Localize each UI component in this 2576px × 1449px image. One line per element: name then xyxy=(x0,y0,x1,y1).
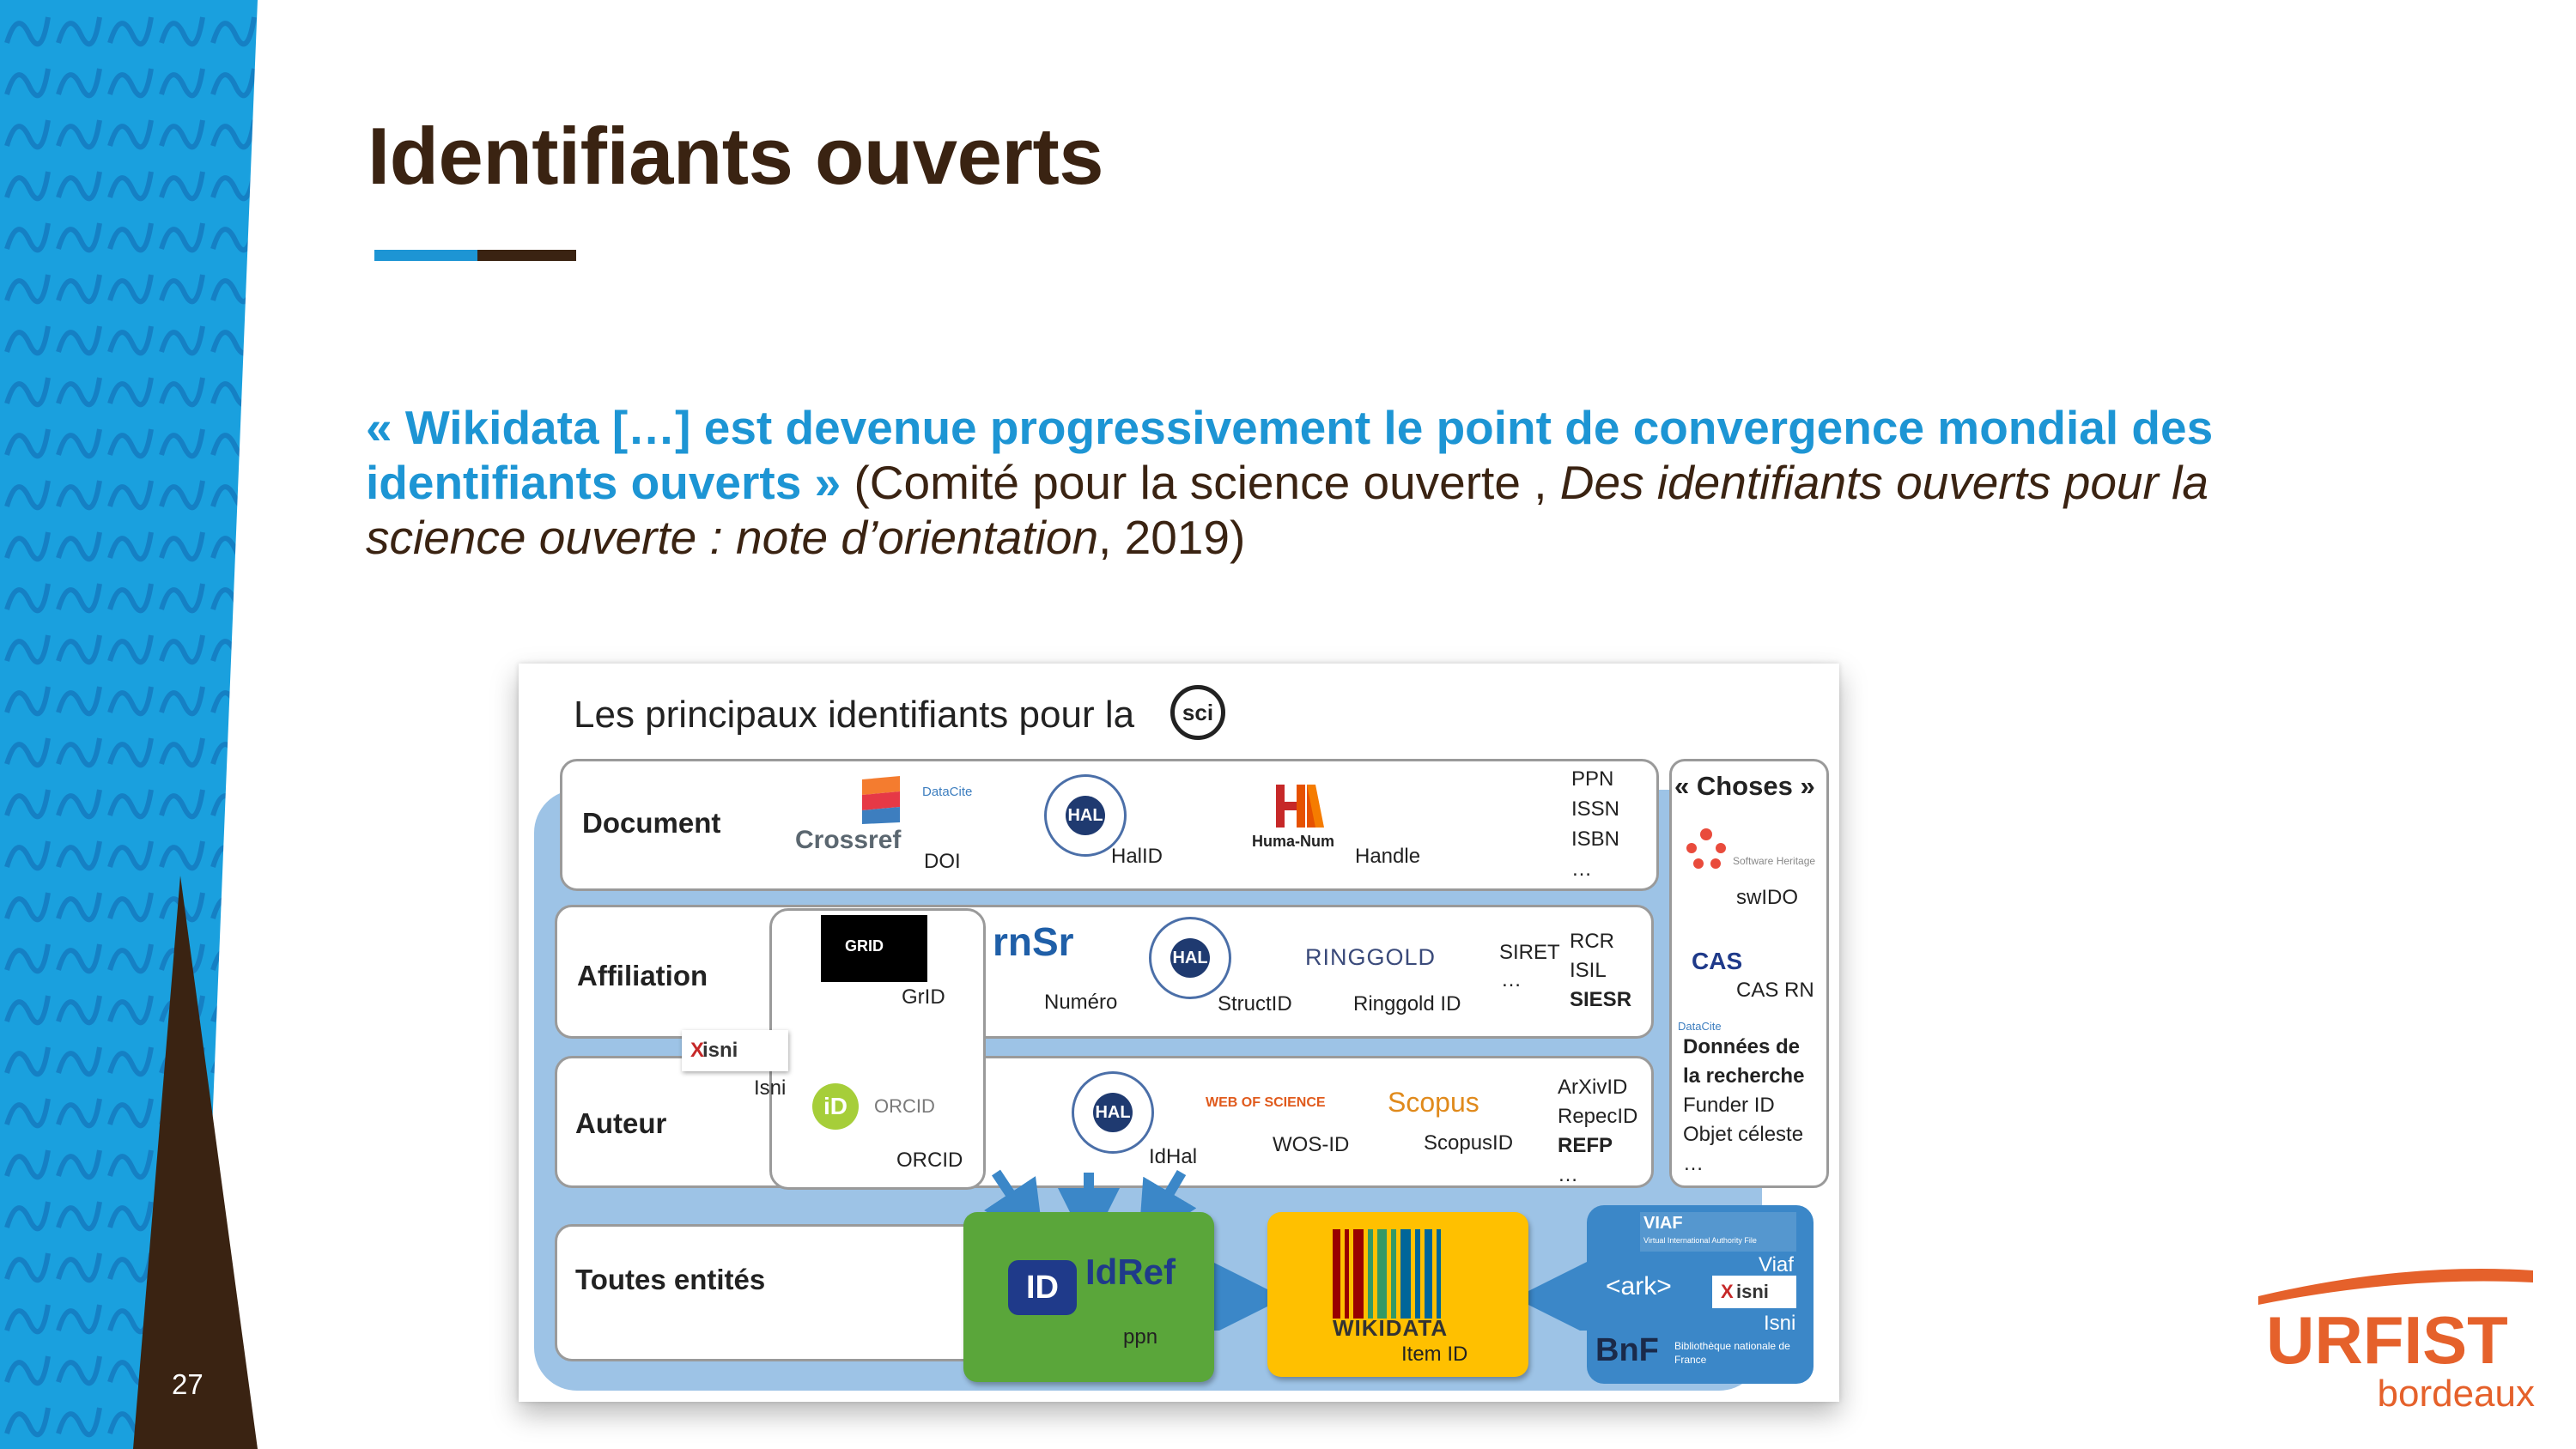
urfist-logo-subtitle: bordeaux xyxy=(2378,1373,2535,1415)
left-decorative-band xyxy=(0,0,258,1449)
idref-box: ID IdRef ppn xyxy=(963,1212,1214,1382)
orcid-logo-text: ORCID xyxy=(874,1095,935,1117)
affiliation-ellipsis: … xyxy=(1501,968,1522,991)
grid-label: GrID xyxy=(902,985,945,1009)
siret-label: SIRET xyxy=(1499,941,1560,964)
ringgold-logo-text: RINGGOLD xyxy=(1305,944,1437,970)
idref-icon: ID xyxy=(1008,1260,1077,1315)
wos-logo-text: WEB OF SCIENCE xyxy=(1206,1095,1326,1110)
affiliation-other-list: RCR ISIL SIESR xyxy=(1570,930,1632,1011)
urfist-logo-name: URFIST xyxy=(2266,1302,2508,1378)
quote-source-2: , 2019) xyxy=(1098,511,1246,564)
row-label-document: Document xyxy=(582,807,721,839)
document-other-list: PPN ISSN ISBN… xyxy=(1571,767,1620,881)
halid-label: HalID xyxy=(1111,845,1163,868)
wikidata-barcode-icon xyxy=(1333,1229,1445,1323)
title-underline-brown xyxy=(477,250,576,261)
title-underline-blue xyxy=(374,250,477,261)
quote-paragraph: « Wikidata […] est devenue progressiveme… xyxy=(366,400,2341,565)
viaf-label: Viaf xyxy=(1759,1253,1794,1276)
numero-label: Numéro xyxy=(1044,991,1118,1014)
donnees-label-2: la recherche xyxy=(1683,1064,1805,1088)
casrn-label: CAS RN xyxy=(1736,979,1814,1002)
row-label-affiliation: Affiliation xyxy=(577,960,708,991)
urfist-logo: URFIST bordeaux xyxy=(2258,1269,2535,1415)
swido-label: swIDO xyxy=(1736,886,1798,909)
itemid-label: Item ID xyxy=(1401,1343,1468,1366)
datacite-logo-text: DataCite xyxy=(922,785,973,799)
doi-label: DOI xyxy=(924,850,961,873)
row-label-auteur: Auteur xyxy=(575,1107,667,1139)
isni-logo-icon: isni X xyxy=(682,1030,788,1071)
ringgold-label: Ringgold ID xyxy=(1353,992,1461,1016)
crossref-logo-text: Crossref xyxy=(795,826,902,854)
figure-title: Les principaux identifiants pour la xyxy=(574,694,1135,736)
huma-num-logo-text: Huma-Num xyxy=(1252,833,1335,850)
software-heritage-icon xyxy=(1686,828,1726,869)
objet-celeste-label: Objet céleste xyxy=(1683,1123,1804,1146)
slide-title: Identifiants ouverts xyxy=(368,111,1104,201)
choses-title: « Choses » xyxy=(1674,771,1815,801)
wos-label: WOS-ID xyxy=(1273,1133,1350,1156)
datacite-logo-text: DataCite xyxy=(1678,1020,1722,1033)
ark-label: <ark> xyxy=(1606,1272,1672,1300)
funder-label: Funder ID xyxy=(1683,1094,1775,1117)
huma-num-icon xyxy=(1276,785,1324,828)
sci-badge-icon: sci xyxy=(1170,685,1225,740)
scopus-label: ScopusID xyxy=(1424,1131,1514,1155)
ppn-label: ppn xyxy=(1123,1325,1158,1349)
handle-label: Handle xyxy=(1355,845,1421,868)
choses-ellipsis: … xyxy=(1683,1152,1704,1175)
hal-logo-icon: HAL xyxy=(1149,917,1231,999)
orcid-id-icon: iD xyxy=(812,1083,859,1130)
donnees-label-1: Données de xyxy=(1683,1035,1801,1058)
bnf-logo-text: BnF xyxy=(1595,1332,1659,1368)
row-label-toutes-entites: Toutes entités xyxy=(575,1264,766,1295)
cas-logo-text: CAS xyxy=(1692,948,1743,974)
isni-logo-icon: X isni xyxy=(1712,1276,1796,1308)
quote-source-1: (Comité pour la science ouverte , xyxy=(841,456,1560,509)
viaf-logo-icon: VIAF Virtual International Authority Fil… xyxy=(1640,1212,1796,1252)
isni-label: Isni xyxy=(754,1076,787,1100)
structid-label: StructID xyxy=(1218,992,1292,1016)
scopus-logo-text: Scopus xyxy=(1388,1087,1479,1118)
grid-logo-icon: GRID xyxy=(821,915,927,982)
idref-logo-text: IdRef xyxy=(1085,1252,1176,1292)
wikidata-box: WIKIDATA Item ID xyxy=(1267,1212,1528,1377)
crossref-icon xyxy=(862,776,900,824)
bnf-viaf-box: VIAF Virtual International Authority Fil… xyxy=(1587,1205,1814,1384)
slide-number: 27 xyxy=(172,1368,204,1400)
hal-logo-icon: HAL xyxy=(1072,1071,1154,1154)
row-affiliation xyxy=(555,905,1654,1039)
software-heritage-logo-text: Software Heritage xyxy=(1733,855,1816,867)
isni-label-bnf: Isni xyxy=(1764,1312,1796,1335)
bnf-logo-subtitle: Bibliothèque nationale de France xyxy=(1674,1340,1790,1366)
wikidata-logo-text: WIKIDATA xyxy=(1333,1315,1449,1341)
rnsr-logo-text: rnSr xyxy=(993,919,1074,964)
